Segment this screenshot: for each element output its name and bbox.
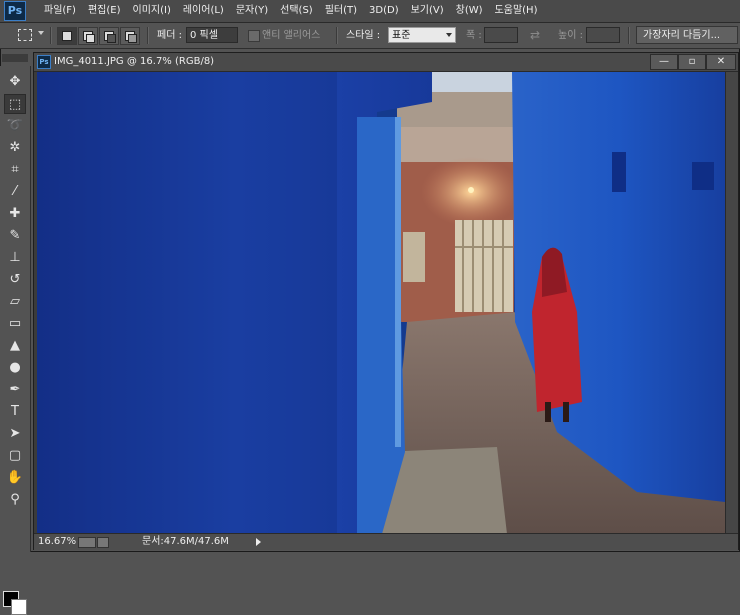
add-to-selection-button[interactable] [78, 27, 98, 45]
options-bar: 페더 : 0 픽셀 앤티 앨리어스 스타일 : 표준 폭 : ⇄ 높이 : 가장… [0, 23, 740, 49]
vertical-scrollbar[interactable] [725, 72, 738, 534]
antialias-label: 앤티 앨리어스 [262, 30, 321, 41]
toolbox: ✥ ⬚ ➰ ✲ ⌗ ⁄ ✚ ✎ ⊥ ↺ ▱ ▭ ▲ ● ✒ T ➤ ▢ ✋ ⚲ [0, 54, 31, 615]
toolbox-grip[interactable] [2, 54, 28, 62]
background-color-swatch[interactable] [11, 599, 27, 615]
move-tool-icon[interactable]: ✥ [4, 72, 26, 92]
status-menu-arrow-icon[interactable] [256, 538, 261, 546]
separator [336, 27, 338, 44]
document-window: Ps IMG_4011.JPG @ 16.7% (RGB/8) — ▫ ✕ 16… [33, 52, 739, 550]
eraser-tool-icon[interactable]: ▱ [4, 292, 26, 312]
hand-tool-icon[interactable]: ✋ [4, 468, 26, 488]
zoom-level[interactable]: 16.67% [38, 534, 76, 550]
feather-input[interactable]: 0 픽셀 [186, 27, 238, 43]
separator [147, 27, 149, 44]
color-swatches[interactable] [3, 588, 29, 615]
zoom-tool-icon[interactable]: ⚲ [4, 490, 26, 510]
gradient-tool-icon[interactable]: ▭ [4, 314, 26, 334]
style-select[interactable]: 표준 [388, 27, 456, 43]
rectangular-marquee-tool-icon[interactable]: ⬚ [4, 94, 26, 114]
menu-items: 파일(F) 편집(E) 이미지(I) 레이어(L) 문자(Y) 선택(S) 필터(T) 3D(… [38, 0, 543, 22]
eyedropper-tool-icon[interactable]: ⁄ [4, 182, 26, 202]
menu-item[interactable]: 선택(S) [274, 0, 319, 22]
share-icon[interactable] [97, 537, 109, 548]
clone-stamp-tool-icon[interactable]: ⊥ [4, 248, 26, 268]
ps-document-icon: Ps [37, 55, 51, 69]
menu-item[interactable]: 보기(V) [405, 0, 450, 22]
brush-tool-icon[interactable]: ✎ [4, 226, 26, 246]
swap-dimensions-icon[interactable]: ⇄ [530, 28, 540, 42]
photo-alley-blue-city [37, 72, 725, 534]
menu-item[interactable]: 도움말(H) [489, 0, 544, 22]
style-label: 스타일 : [346, 30, 381, 41]
image-canvas[interactable] [37, 72, 725, 534]
dodge-tool-icon[interactable]: ● [4, 358, 26, 378]
rectangle-shape-tool-icon[interactable]: ▢ [4, 446, 26, 466]
document-title: IMG_4011.JPG @ 16.7% (RGB/8) [54, 56, 215, 67]
new-selection-button[interactable] [57, 27, 77, 45]
document-tab[interactable]: Ps IMG_4011.JPG @ 16.7% (RGB/8) — ▫ ✕ [34, 53, 738, 72]
menu-item[interactable]: 이미지(I) [127, 0, 177, 22]
separator [628, 27, 630, 44]
separator [50, 27, 52, 44]
pen-tool-icon[interactable]: ✒ [4, 380, 26, 400]
feather-label: 페더 : [157, 30, 182, 41]
height-input[interactable] [586, 27, 620, 43]
restore-button[interactable]: ▫ [678, 54, 706, 70]
intersect-selection-button[interactable] [120, 27, 140, 45]
style-select-value: 표준 [392, 30, 411, 41]
height-label: 높이 : [558, 30, 583, 41]
type-tool-icon[interactable]: T [4, 402, 26, 422]
menu-item[interactable]: 레이어(L) [177, 0, 230, 22]
menu-item[interactable]: 필터(T) [319, 0, 363, 22]
path-selection-tool-icon[interactable]: ➤ [4, 424, 26, 444]
menu-bar: Ps 파일(F) 편집(E) 이미지(I) 레이어(L) 문자(Y) 선택(S) 필터(T)… [0, 0, 740, 23]
subtract-from-selection-button[interactable] [99, 27, 119, 45]
chevron-down-icon [446, 33, 452, 37]
width-input[interactable] [484, 27, 518, 43]
magic-wand-tool-icon[interactable]: ✲ [4, 138, 26, 158]
menu-item[interactable]: 창(W) [450, 0, 489, 22]
crop-tool-icon[interactable]: ⌗ [4, 160, 26, 180]
proof-setup-icon[interactable] [78, 537, 96, 548]
menu-item[interactable]: 3D(D) [363, 0, 405, 22]
photoshop-logo: Ps [4, 1, 26, 21]
blur-tool-icon[interactable]: ▲ [4, 336, 26, 356]
history-brush-tool-icon[interactable]: ↺ [4, 270, 26, 290]
menu-item[interactable]: 파일(F) [38, 0, 82, 22]
menu-item[interactable]: 편집(E) [82, 0, 127, 22]
status-bar: 16.67% 문서:47.6M/47.6M [34, 533, 738, 550]
tool-preset-dropdown-icon[interactable] [38, 31, 44, 35]
document-size: 문서:47.6M/47.6M [142, 536, 229, 547]
width-label: 폭 : [466, 30, 482, 41]
menu-item[interactable]: 문자(Y) [230, 0, 274, 22]
lasso-tool-icon[interactable]: ➰ [4, 116, 26, 136]
refine-edge-button[interactable]: 가장자리 다듬기... [636, 26, 738, 44]
close-button[interactable]: ✕ [706, 54, 736, 70]
spot-healing-tool-icon[interactable]: ✚ [4, 204, 26, 224]
minimize-button[interactable]: — [650, 54, 678, 70]
marquee-preset-icon[interactable] [16, 27, 34, 43]
antialias-checkbox[interactable] [248, 30, 260, 42]
